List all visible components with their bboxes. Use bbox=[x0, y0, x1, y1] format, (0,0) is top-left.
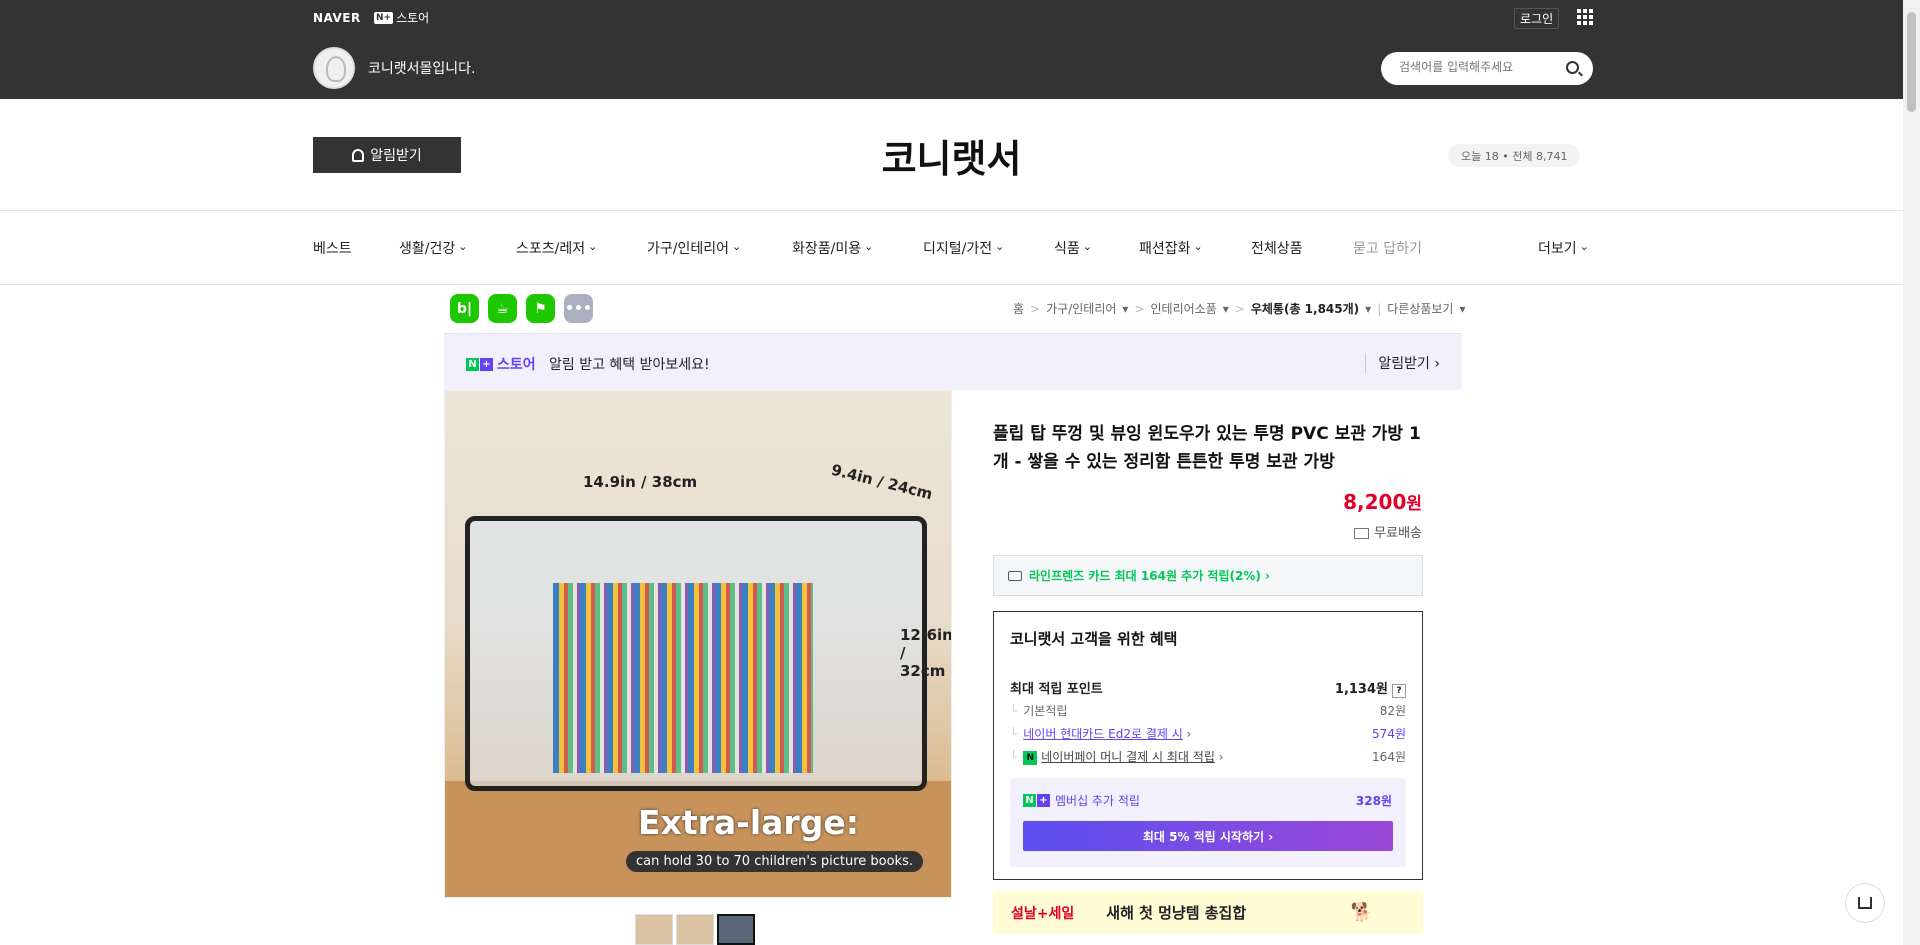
store-alarm-promo: N + 스토어 알림 받고 혜택 받아보세요! 알림받기 › bbox=[444, 333, 1462, 390]
banner-text: 새해 첫 멍냥템 총집합 bbox=[1106, 904, 1247, 922]
app-grid-icon[interactable] bbox=[1577, 9, 1593, 25]
search-box[interactable] bbox=[1381, 52, 1593, 85]
credit-card-icon bbox=[1008, 570, 1022, 581]
dog-icon: 🐕 bbox=[1350, 902, 1373, 923]
card-benefit-banner[interactable]: 라인프렌즈 카드 최대 164원 추가 적립(2%) › bbox=[993, 555, 1423, 596]
promo-alarm-link[interactable]: 알림받기 › bbox=[1365, 353, 1440, 373]
search-input[interactable] bbox=[1399, 60, 1559, 74]
help-icon[interactable]: ? bbox=[1392, 684, 1406, 698]
breadcrumb-home[interactable]: 홈 bbox=[1013, 300, 1024, 317]
nplus-logo-icon: N + bbox=[466, 357, 493, 371]
store-brand-title[interactable]: 코니랫서 bbox=[0, 128, 1903, 183]
membership-box: N + 멤버십 추가 적립 328원 최대 5% 적립 시작하기 › bbox=[1010, 778, 1406, 867]
thumbnail-1[interactable] bbox=[635, 914, 673, 945]
top-bar: NAVER N+ 스토어 로그인 코니랫서몰입니다. bbox=[0, 0, 1903, 99]
store-avatar[interactable] bbox=[313, 47, 355, 89]
nav-item-best[interactable]: 베스트 bbox=[313, 238, 352, 258]
card-points-link[interactable]: 네이버 현대카드 Ed2로 결제 시 bbox=[1023, 727, 1183, 741]
npay-icon: N bbox=[1023, 750, 1038, 765]
nplus-badge: N+ bbox=[374, 11, 394, 24]
naver-logo[interactable]: NAVER bbox=[313, 11, 361, 25]
nav-item-fashion[interactable]: 패션잡화 bbox=[1139, 238, 1203, 258]
breadcrumb-cat2[interactable]: 인테리어소품 bbox=[1151, 300, 1217, 317]
dim-width: 14.9in / 38cm bbox=[583, 473, 698, 491]
share-button[interactable] bbox=[1845, 883, 1885, 923]
login-button[interactable]: 로그인 bbox=[1514, 8, 1560, 29]
nav-item-more[interactable]: 더보기 bbox=[1538, 238, 1589, 258]
nav-item-all[interactable]: 전체상품 bbox=[1251, 238, 1303, 258]
benefit-title: 코니랫서 고객을 위한 혜택 bbox=[1010, 630, 1178, 648]
thumbnail-3[interactable] bbox=[717, 914, 755, 945]
breadcrumb: 홈 > 가구/인테리어 ▾ > 인테리어소품 ▾ > 우체통(총 1,845개) ▾ | 다른… bbox=[1013, 300, 1466, 317]
nav-item-beauty[interactable]: 화장품/미용 bbox=[792, 238, 873, 258]
membership-value: 328원 bbox=[1355, 794, 1392, 808]
nav-item-living[interactable]: 생활/건강 bbox=[399, 238, 467, 258]
store-label: 스토어 bbox=[396, 11, 430, 25]
bookmark-icon[interactable]: ⚑ bbox=[526, 294, 555, 323]
dim-depth: 9.4in / 24cm bbox=[829, 460, 935, 504]
npay-points-link[interactable]: 네이버페이 머니 결제 시 최대 적립 bbox=[1041, 750, 1215, 764]
membership-label: N + 멤버십 추가 적립 bbox=[1023, 792, 1140, 809]
page-scrollbar[interactable] bbox=[1903, 0, 1920, 945]
breadcrumb-other[interactable]: 다른상품보기 bbox=[1387, 300, 1453, 317]
nav-item-qna[interactable]: 묻고 답하기 bbox=[1353, 238, 1422, 258]
npay-points-row: └ N 네이버페이 머니 결제 시 최대 적립 › 164원 bbox=[1010, 750, 1406, 765]
nav-item-digital[interactable]: 디지털/가전 bbox=[923, 238, 1004, 258]
nplus-logo-icon: N + bbox=[1023, 794, 1050, 807]
social-links: b| ☕ ⚑ ••• bbox=[450, 294, 593, 323]
product-main-image[interactable]: 14.9in / 38cm 9.4in / 24cm 12.6in / 32cm… bbox=[444, 390, 952, 898]
shop-intro: 코니랫서몰입니다. bbox=[368, 61, 476, 77]
nav-item-sports[interactable]: 스포츠/레저 bbox=[516, 238, 597, 258]
nav-bottom-divider bbox=[0, 284, 1903, 285]
category-nav: 베스트 생활/건강 스포츠/레저 가구/인테리어 화장품/미용 디지털/가전 식… bbox=[313, 238, 1593, 258]
more-icon[interactable]: ••• bbox=[564, 294, 593, 323]
image-headline: Extra-large: bbox=[638, 803, 859, 842]
nav-top-divider bbox=[0, 210, 1903, 211]
cafe-icon[interactable]: ☕ bbox=[488, 294, 517, 323]
dim-height-1: 12.6in bbox=[900, 626, 952, 644]
image-caption: can hold 30 to 70 children's picture boo… bbox=[626, 851, 923, 872]
product-title: 플립 탑 뚜껑 및 뷰잉 윈도우가 있는 투명 PVC 보관 가방 1개 - 쌓… bbox=[993, 424, 1421, 472]
visit-counter: 오늘 18 • 전체 8,741 bbox=[1448, 144, 1581, 167]
nplus-store-label: N + 스토어 bbox=[466, 354, 536, 374]
dim-height-2: / 32cm bbox=[900, 644, 946, 680]
benefit-panel: 코니랫서 고객을 위한 혜택 최대 적립 포인트 1,134원? └ 기본적립 8… bbox=[993, 611, 1423, 880]
search-icon[interactable] bbox=[1566, 61, 1579, 74]
banner-sale-label: 설날+세일 bbox=[1011, 905, 1075, 922]
blog-icon[interactable]: b| bbox=[450, 294, 479, 323]
basic-points-row: └ 기본적립 82원 bbox=[1010, 704, 1406, 718]
product-price: 8,200원 bbox=[1343, 490, 1422, 514]
promo-text: 알림 받고 혜택 받아보세요! bbox=[549, 357, 710, 373]
thumbnail-2[interactable] bbox=[676, 914, 714, 945]
membership-start-button[interactable]: 최대 5% 적립 시작하기 › bbox=[1023, 821, 1393, 851]
nav-item-furniture[interactable]: 가구/인테리어 bbox=[647, 238, 741, 258]
breadcrumb-cat3[interactable]: 우체통(총 1,845개) bbox=[1251, 300, 1359, 317]
nplus-store-link[interactable]: N+ 스토어 bbox=[374, 9, 429, 26]
image-thumbnails bbox=[635, 914, 755, 945]
image-books bbox=[553, 583, 813, 773]
shipping-info: 무료배송 bbox=[1290, 522, 1422, 541]
max-points-row: 최대 적립 포인트 1,134원? bbox=[1010, 678, 1406, 698]
card-points-row: └ 네이버 현대카드 Ed2로 결제 시 › 574원 bbox=[1010, 727, 1406, 741]
scrollbar-thumb[interactable] bbox=[1907, 12, 1916, 112]
nav-item-food[interactable]: 식품 bbox=[1054, 238, 1092, 258]
breadcrumb-cat1[interactable]: 가구/인테리어 bbox=[1046, 300, 1116, 317]
event-banner[interactable]: 설날+세일 새해 첫 멍냥템 총집합 🐕 bbox=[993, 891, 1423, 934]
share-icon bbox=[1858, 897, 1872, 909]
